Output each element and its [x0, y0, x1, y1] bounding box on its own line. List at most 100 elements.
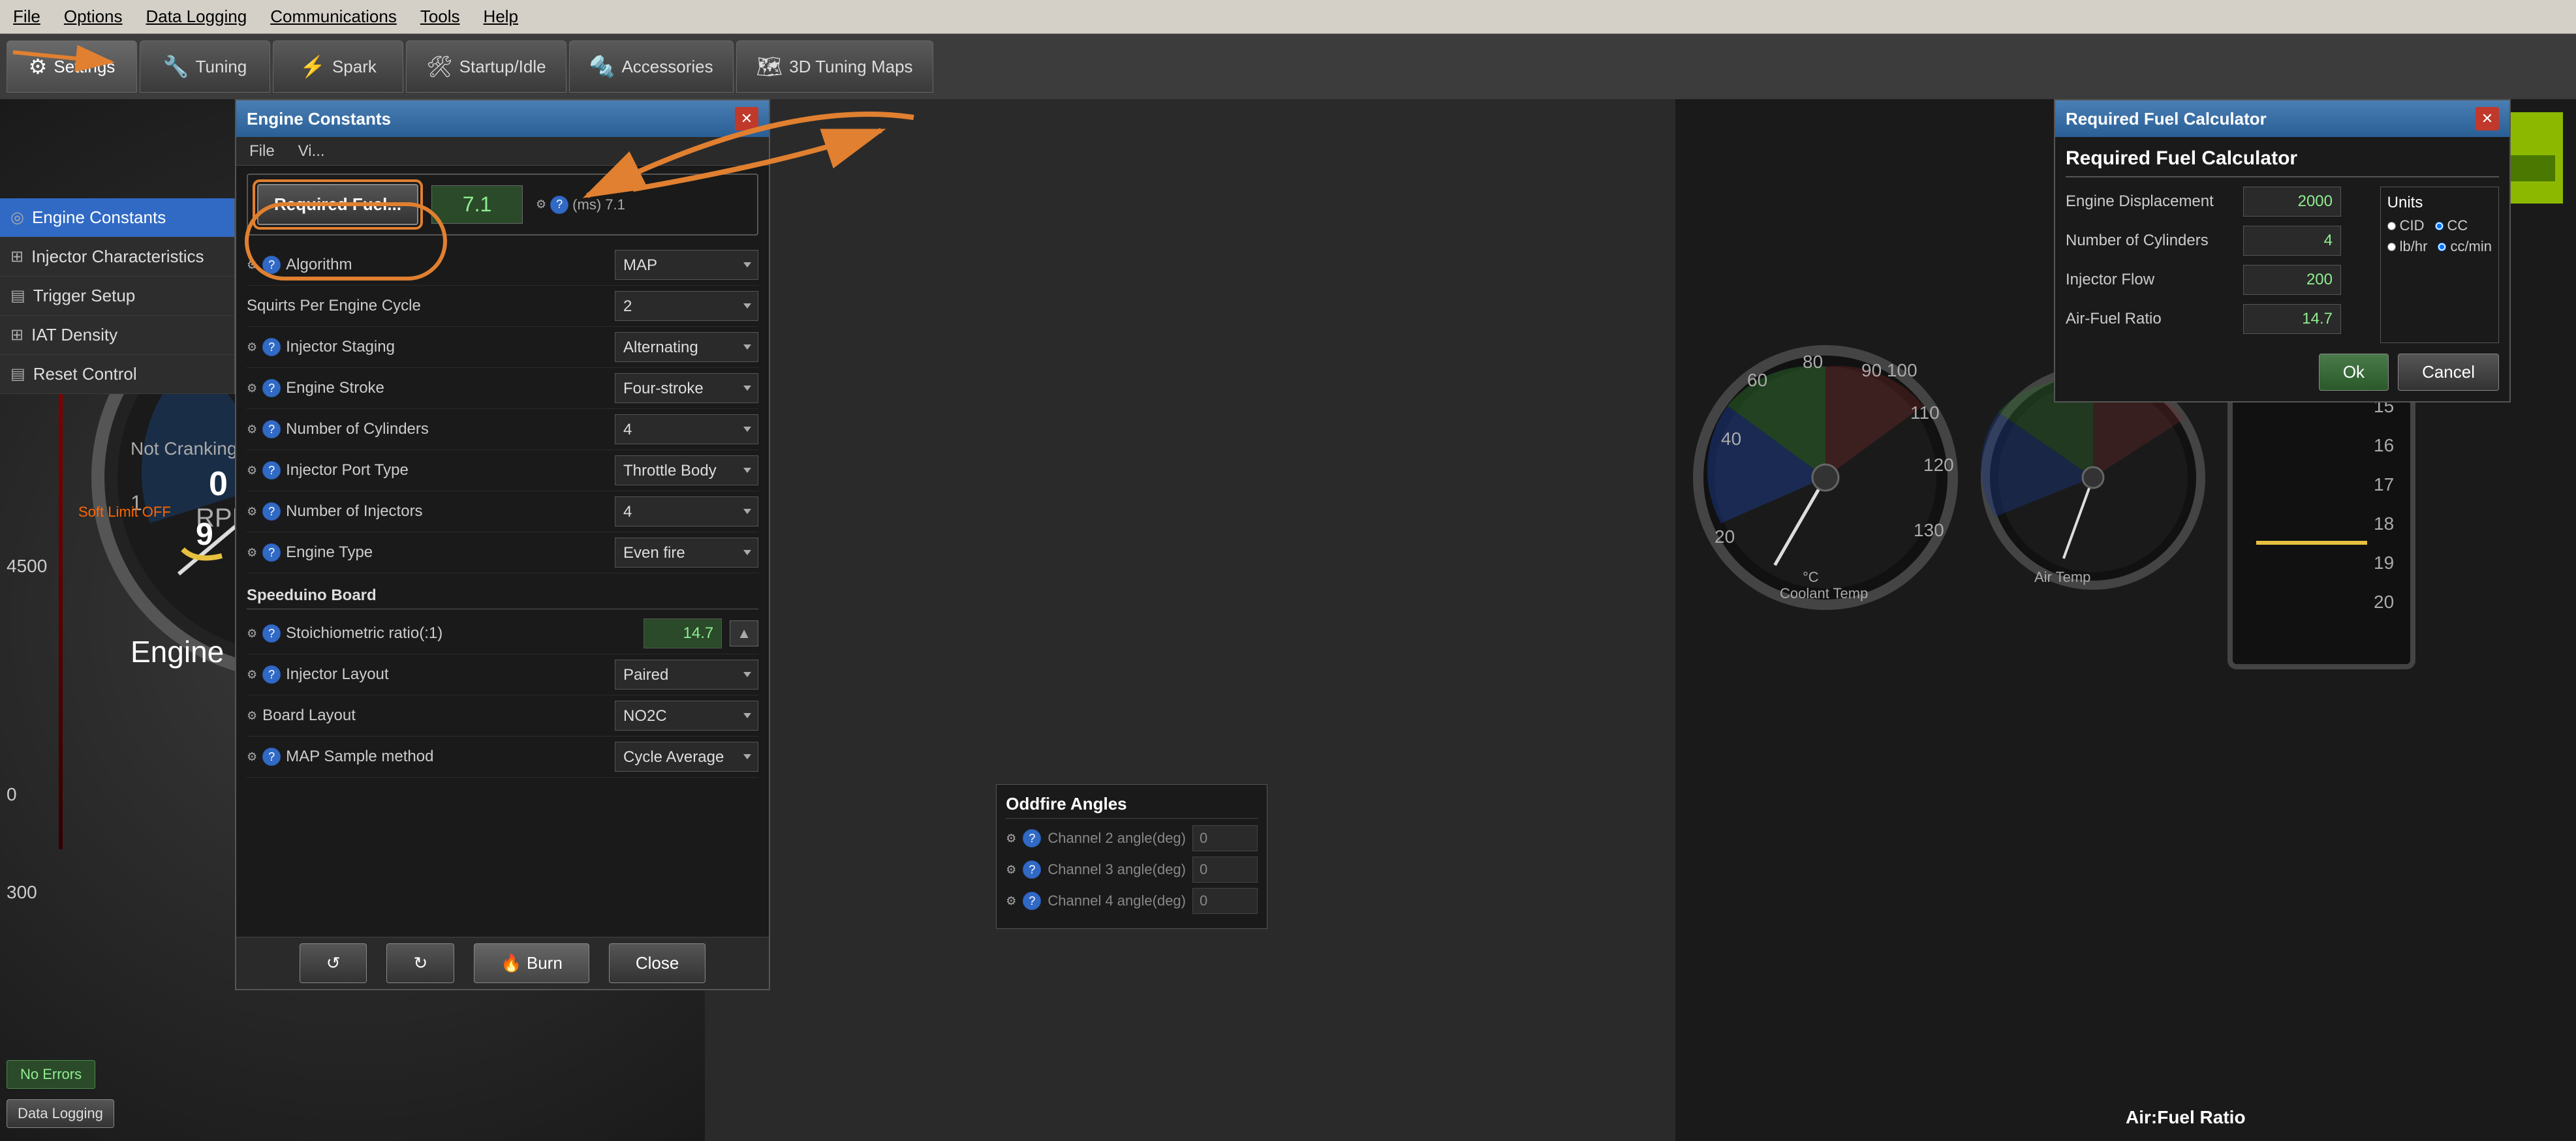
- map-sample-info-btn[interactable]: ?: [262, 748, 281, 766]
- oddfire-ch2-info-btn[interactable]: ?: [1023, 829, 1041, 847]
- cc-radio-label[interactable]: CC: [2435, 217, 2468, 234]
- num-cylinders-select[interactable]: 412368: [615, 414, 758, 444]
- iat-icon: ⊞: [10, 326, 23, 344]
- stoich-settings-icon: ⚙: [247, 627, 257, 641]
- algorithm-info-btn[interactable]: ?: [262, 256, 281, 274]
- cid-radio-label[interactable]: CID: [2387, 217, 2425, 234]
- num-cylinders-info-btn[interactable]: ?: [262, 420, 281, 438]
- menu-help[interactable]: Help: [478, 4, 523, 29]
- algorithm-select[interactable]: MAP Alpha-N: [615, 250, 758, 280]
- required-fuel-value: 7.1: [431, 185, 523, 224]
- rfc-afr-input[interactable]: [2243, 304, 2341, 334]
- board-layout-select[interactable]: NO2C UA4C v0.3: [615, 701, 758, 731]
- tab-startup-idle[interactable]: 🛠 Startup/Idle: [406, 40, 566, 93]
- menu-tools[interactable]: Tools: [415, 4, 465, 29]
- engine-constants-close[interactable]: ✕: [735, 107, 758, 130]
- speeduino-board-header: Speeduino Board: [247, 580, 758, 609]
- ccmin-radio-label[interactable]: cc/min: [2438, 238, 2492, 255]
- injector-staging-select[interactable]: Alternating Simultaneous: [615, 332, 758, 362]
- undo-button[interactable]: ↺: [300, 943, 367, 983]
- rfc-close-btn[interactable]: ✕: [2475, 107, 2499, 130]
- oddfire-ch2-label: Channel 2 angle(deg): [1047, 830, 1186, 847]
- lbhr-radio-label[interactable]: lb/hr: [2387, 238, 2428, 255]
- svg-text:80: 80: [1803, 352, 1823, 372]
- injector-icon: ⊞: [10, 247, 23, 266]
- injector-port-type-select[interactable]: Throttle Body Port Injection: [615, 455, 758, 485]
- sidebar-item-trigger[interactable]: ▤ Trigger Setup: [0, 277, 234, 316]
- rfc-cylinders-input[interactable]: [2243, 226, 2341, 256]
- required-fuel-ms: ⚙ ? (ms) 7.1: [536, 196, 625, 214]
- squirts-select[interactable]: 2134: [615, 291, 758, 321]
- menu-file[interactable]: File: [8, 4, 46, 29]
- tab-accessories[interactable]: 🔩 Accessories: [569, 40, 734, 93]
- tab-3d-tuning[interactable]: 🗺 3D Tuning Maps: [736, 40, 933, 93]
- svg-text:40: 40: [1721, 429, 1741, 449]
- close-modal-button[interactable]: Close: [609, 943, 706, 983]
- ccmin-radio[interactable]: [2438, 243, 2446, 251]
- rfc-buttons-row: Ok Cancel: [2066, 354, 2499, 391]
- oddfire-ch2-input[interactable]: [1192, 825, 1258, 851]
- modal-menu-file[interactable]: File: [244, 140, 280, 163]
- cc-radio[interactable]: [2435, 222, 2444, 230]
- lbhr-radio[interactable]: [2387, 243, 2396, 251]
- oddfire-ch3-info-btn[interactable]: ?: [1023, 860, 1041, 879]
- rfc-injector-flow-input[interactable]: [2243, 265, 2341, 295]
- menu-data-logging[interactable]: Data Logging: [141, 4, 253, 29]
- oddfire-title: Oddfire Angles: [1006, 794, 1258, 819]
- accessories-icon: 🔩: [589, 54, 615, 79]
- redo-button[interactable]: ↻: [386, 943, 454, 983]
- oddfire-ch4-info-btn[interactable]: ?: [1023, 892, 1041, 910]
- injector-port-info-btn[interactable]: ?: [262, 461, 281, 479]
- engine-type-info-btn[interactable]: ?: [262, 543, 281, 562]
- num-injectors-info-btn[interactable]: ?: [262, 502, 281, 521]
- svg-text:120: 120: [1923, 455, 1954, 475]
- svg-text:16: 16: [2374, 435, 2394, 455]
- startup-icon: 🛠: [426, 54, 453, 79]
- algorithm-row: ⚙ ? Algorithm MAP Alpha-N: [247, 245, 758, 286]
- engine-stroke-label: ⚙ ? Engine Stroke: [247, 379, 607, 397]
- tab-tuning[interactable]: 🔧 Tuning: [140, 40, 270, 93]
- tab-settings[interactable]: ⚙ Settings: [7, 40, 137, 93]
- burn-button[interactable]: 🔥 Burn: [474, 943, 589, 983]
- rfc-cancel-button[interactable]: Cancel: [2398, 354, 2499, 391]
- oddfire-angles-box: Oddfire Angles ⚙ ? Channel 2 angle(deg) …: [996, 784, 1267, 929]
- tuning-icon: 🔧: [163, 54, 189, 79]
- num-injectors-select[interactable]: 412368: [615, 496, 758, 526]
- oddfire-ch4-label: Channel 4 angle(deg): [1047, 892, 1186, 909]
- menu-communications[interactable]: Communications: [265, 4, 402, 29]
- rfc-units-title: Units: [2387, 194, 2492, 212]
- svg-text:Air Temp: Air Temp: [2034, 569, 2090, 585]
- sidebar-item-reset[interactable]: ▤ Reset Control: [0, 355, 234, 394]
- sidebar-item-engine-constants[interactable]: ◎ Engine Constants: [0, 198, 234, 237]
- cid-radio[interactable]: [2387, 222, 2396, 230]
- rfc-ok-button[interactable]: Ok: [2319, 354, 2389, 391]
- stoich-info-btn[interactable]: ?: [262, 624, 281, 643]
- engine-stroke-select[interactable]: Four-stroke Two-stroke: [615, 373, 758, 403]
- injector-layout-select[interactable]: Paired Sequential: [615, 660, 758, 690]
- engine-stroke-info-btn[interactable]: ?: [262, 379, 281, 397]
- oddfire-ch4-input[interactable]: [1192, 888, 1258, 914]
- rfc-displacement-row: Engine Displacement: [2066, 187, 2354, 217]
- modal-menu-view[interactable]: Vi...: [293, 140, 330, 163]
- rfc-displacement-input[interactable]: [2243, 187, 2341, 217]
- map-sample-row: ⚙ ? MAP Sample method Cycle Average Inst…: [247, 737, 758, 778]
- oddfire-ch3-settings-icon: ⚙: [1006, 863, 1016, 877]
- injector-layout-info-btn[interactable]: ?: [262, 665, 281, 684]
- injector-layout-row: ⚙ ? Injector Layout Paired Sequential: [247, 654, 758, 695]
- sidebar-item-injector[interactable]: ⊞ Injector Characteristics: [0, 237, 234, 277]
- num-injectors-settings-icon: ⚙: [247, 505, 257, 519]
- oddfire-ch3-input[interactable]: [1192, 857, 1258, 883]
- engine-type-select[interactable]: Even fire Odd fire: [615, 538, 758, 568]
- stoich-stepper-up[interactable]: ▲: [730, 620, 758, 647]
- map-sample-select[interactable]: Cycle Average Instantaneous Ratiometric: [615, 742, 758, 772]
- oddfire-ch2-settings-icon: ⚙: [1006, 832, 1016, 845]
- cid-cc-row: CID CC: [2387, 217, 2492, 234]
- injector-staging-info-btn[interactable]: ?: [262, 338, 281, 356]
- menu-options[interactable]: Options: [59, 4, 128, 29]
- required-fuel-button[interactable]: Required Fuel...: [257, 184, 418, 225]
- data-logging-btn[interactable]: Data Logging: [7, 1099, 114, 1128]
- tab-spark[interactable]: ⚡ Spark: [273, 40, 403, 93]
- stoich-input[interactable]: [644, 618, 722, 648]
- rfc-subtitle: Required Fuel Calculator: [2066, 147, 2499, 177]
- sidebar-item-iat[interactable]: ⊞ IAT Density: [0, 316, 234, 355]
